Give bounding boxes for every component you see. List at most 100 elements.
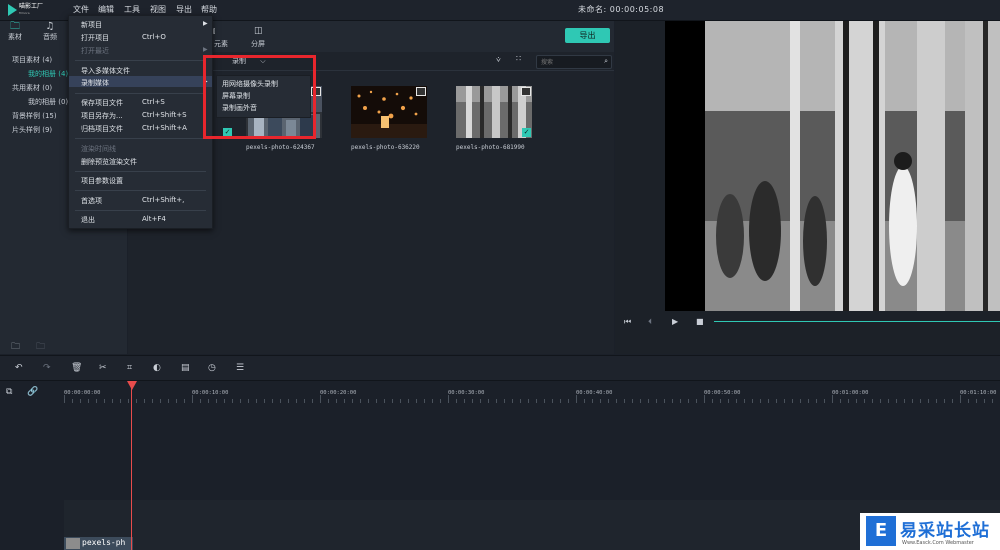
redo-icon[interactable]: ↷ <box>43 363 51 373</box>
file-menu-dropdown: 新项目 ▶ 打开项目 Ctrl+O 打开最近 ▶ 导入多媒体文件 录制媒体 ▶ … <box>68 15 213 229</box>
project-title-time: 未命名: 00:00:05:08 <box>578 5 665 14</box>
search-input[interactable] <box>541 56 595 68</box>
subway-preview-image <box>665 21 1000 311</box>
stop-icon[interactable]: ■ <box>696 317 704 326</box>
tree-item-project-media[interactable]: 项目素材 (4) <box>12 55 52 65</box>
check-icon: ✓ <box>522 128 531 137</box>
menu-export[interactable]: 导出 <box>176 4 192 15</box>
media-thumbnail[interactable]: ✓ <box>456 86 532 138</box>
adjust-icon[interactable]: ☰ <box>236 363 244 373</box>
tree-item-my-album[interactable]: 我的相册 (4) <box>28 69 68 79</box>
add-folder-icon[interactable]: 🗀 <box>11 339 20 355</box>
timecode-label: 00:01:10:00 <box>960 390 997 396</box>
menu-shortcut: Ctrl+O <box>142 33 166 41</box>
menu-item-preferences[interactable]: 首选项 <box>81 196 102 206</box>
clip-label: pexels-ph <box>82 538 126 547</box>
menu-item-new-project[interactable]: 新项目 <box>81 20 102 30</box>
speed-icon[interactable]: ◷ <box>208 363 216 373</box>
menu-separator <box>75 60 206 61</box>
menu-shortcut: Ctrl+S <box>142 98 165 106</box>
menu-item-save-as[interactable]: 项目另存为... <box>81 111 123 121</box>
menu-edit[interactable]: 编辑 <box>98 4 114 15</box>
submenu-arrow-icon: ▶ <box>203 46 208 53</box>
menu-separator <box>75 190 206 191</box>
remove-folder-icon[interactable]: 🗀 <box>36 339 45 355</box>
submenu-arrow-icon: ▶ <box>203 20 208 27</box>
timeline-clip[interactable]: pexels-ph <box>64 537 133 550</box>
tree-item-shared-media[interactable]: 共用素材 (0) <box>12 83 52 93</box>
search-field[interactable]: ⌕ <box>536 55 612 69</box>
tab-elements[interactable]: 元素 <box>214 39 228 49</box>
timecode-label: 00:00:30:00 <box>448 390 485 396</box>
search-icon[interactable]: ⌕ <box>604 57 608 66</box>
color-icon[interactable]: ◐ <box>153 363 161 373</box>
timecode-label: 00:00:10:00 <box>192 390 229 396</box>
menu-item-delete-render-files[interactable]: 删除预览渲染文件 <box>81 157 137 167</box>
menu-separator <box>75 138 206 139</box>
highlight-annotation-box <box>203 55 316 139</box>
tab-media[interactable]: 🗀 素材 <box>0 21 30 42</box>
timeline-ruler[interactable]: 00:00:00:00 00:00:10:00 00:00:20:00 00:0… <box>64 383 1000 405</box>
undo-icon[interactable]: ↶ <box>15 363 23 373</box>
tree-item-shared-album[interactable]: 我的相册 (0) <box>28 97 68 107</box>
menu-help[interactable]: 帮助 <box>201 4 217 15</box>
timecode-label: 00:00:50:00 <box>704 390 741 396</box>
timecode-label: 00:00:40:00 <box>576 390 613 396</box>
menu-item-archive-project[interactable]: 归档项目文件 <box>81 124 123 134</box>
watermark-logo-icon: E <box>866 516 896 546</box>
menu-view[interactable]: 视图 <box>150 4 166 15</box>
site-watermark: E 易采站长站 Www.Easck.Com Webmaster <box>860 513 1000 550</box>
media-thumbnail[interactable] <box>351 86 427 138</box>
play-icon[interactable]: ▶ <box>672 317 678 326</box>
menu-item-open-project[interactable]: 打开项目 <box>81 33 109 43</box>
menu-item-exit[interactable]: 退出 <box>81 215 95 225</box>
link-icon[interactable]: 🔗 <box>27 387 38 397</box>
delete-icon[interactable]: 🗑 <box>71 363 82 373</box>
timecode-label: 00:00:20:00 <box>320 390 357 396</box>
filter-icon[interactable]: ⩒ <box>496 55 501 65</box>
menu-separator <box>75 171 206 172</box>
thumbnail-label: pexels-photo-636220 <box>351 144 420 151</box>
menu-separator <box>75 93 206 94</box>
menu-separator <box>75 210 206 211</box>
menu-shortcut: Alt+F4 <box>142 215 166 223</box>
playback-progress-bar[interactable] <box>714 321 1000 322</box>
tab-split-screen[interactable]: 分屏 <box>251 39 265 49</box>
cut-icon[interactable]: ✂ <box>99 363 107 373</box>
menu-item-save-project[interactable]: 保存项目文件 <box>81 98 123 108</box>
playhead-handle[interactable] <box>127 381 137 390</box>
tab-audio[interactable]: ♫ 音频 <box>35 21 65 42</box>
split-screen-icon[interactable]: ◫ <box>254 26 263 36</box>
timecode-label: 00:01:00:00 <box>832 390 869 396</box>
menu-item-render-timeline[interactable]: 渲染时间线 <box>81 144 116 154</box>
clip-thumbnail <box>66 538 80 549</box>
thumbnail-label: pexels-photo-681990 <box>456 144 525 151</box>
tree-item-intro-samples[interactable]: 片头样例 (9) <box>12 125 52 135</box>
tab-media-label: 素材 <box>8 33 22 41</box>
menu-item-record-media[interactable]: 录制媒体 <box>81 78 109 88</box>
logo-mark-icon <box>8 4 17 16</box>
watermark-url: Www.Easck.Com Webmaster <box>902 540 974 546</box>
timeline-toolbar: ↶ ↷ 🗑 ✂ ⌗ ◐ ▤ ◷ ☰ <box>0 355 1000 381</box>
green-screen-icon[interactable]: ▤ <box>181 363 190 373</box>
image-type-icon <box>416 87 426 96</box>
export-button[interactable]: 导出 <box>565 28 610 43</box>
timecode-label: 00:00:00:00 <box>64 390 101 396</box>
menu-tools[interactable]: 工具 <box>124 4 140 15</box>
tree-item-background-samples[interactable]: 背景样例 (15) <box>12 111 57 121</box>
menu-file[interactable]: 文件 <box>73 4 89 15</box>
playhead[interactable] <box>131 381 132 550</box>
folder-icon: 🗀 <box>10 21 20 32</box>
menu-item-open-recent[interactable]: 打开最近 <box>81 46 109 56</box>
preview-video <box>665 21 1000 311</box>
crop-icon[interactable]: ⌗ <box>127 363 132 373</box>
tab-audio-label: 音频 <box>43 33 57 41</box>
grid-view-icon[interactable]: ∷ <box>516 54 521 63</box>
previous-frame-icon[interactable]: ⏮ <box>624 317 631 327</box>
add-track-icon[interactable]: ⧉ <box>6 387 12 397</box>
thumbnail-label: pexels-photo-624367 <box>246 144 315 151</box>
step-back-icon[interactable]: ⏴ <box>648 317 652 327</box>
menu-item-import-media[interactable]: 导入多媒体文件 <box>81 66 130 76</box>
music-note-icon: ♫ <box>45 21 55 32</box>
menu-item-project-settings[interactable]: 项目参数设置 <box>81 176 123 186</box>
